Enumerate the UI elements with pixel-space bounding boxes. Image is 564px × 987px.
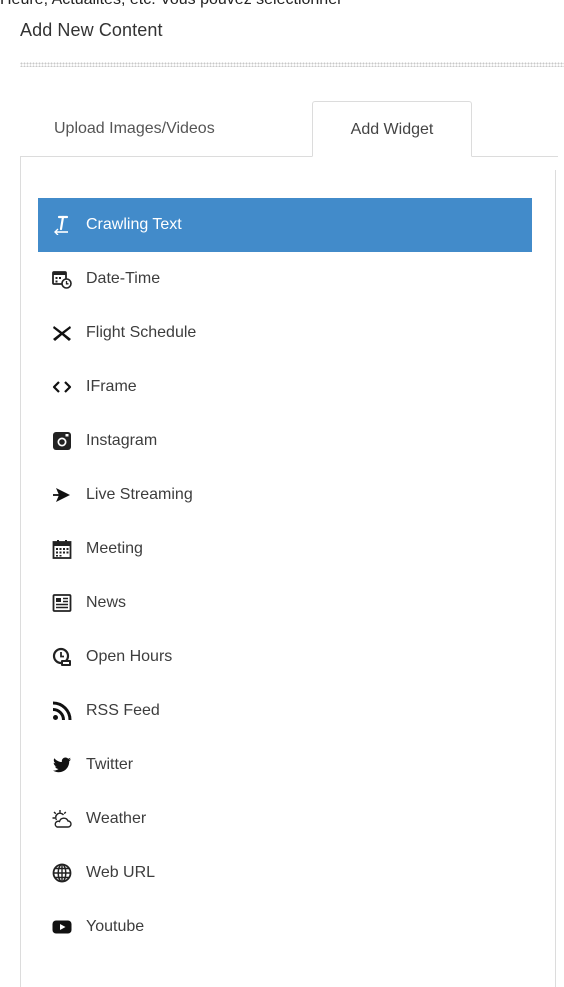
tab-upload-images-videos[interactable]: Upload Images/Videos: [34, 101, 304, 157]
live-stream-icon: [52, 485, 72, 505]
text-cursor-icon: [52, 215, 72, 235]
airplane-icon: [52, 323, 72, 343]
dotted-divider: [20, 62, 564, 67]
content-tabs: Upload Images/Videos Add Widget: [20, 101, 564, 157]
widget-label: Open Hours: [86, 648, 173, 665]
widget-label: Web URL: [86, 864, 156, 881]
widget-item-live-streaming[interactable]: Live Streaming: [38, 468, 532, 522]
clock-icon: [52, 647, 72, 667]
widget-label: Youtube: [86, 918, 145, 935]
widget-label: Instagram: [86, 432, 158, 449]
widget-label: News: [86, 594, 127, 611]
newspaper-icon: [52, 593, 72, 613]
widget-label: IFrame: [86, 378, 137, 395]
widget-item-instagram[interactable]: Instagram: [38, 414, 532, 468]
section-title: Add New Content: [20, 20, 163, 40]
instagram-icon: [52, 431, 72, 451]
widget-item-twitter[interactable]: Twitter: [38, 738, 532, 792]
widget-item-open-hours[interactable]: Open Hours: [38, 630, 532, 684]
calendar-clock-icon: [52, 269, 72, 289]
sun-cloud-icon: [52, 809, 72, 829]
widget-item-meeting[interactable]: Meeting: [38, 522, 532, 576]
youtube-icon: [52, 917, 72, 937]
page: Heure, Actualités, etc. Vous pouvez séle…: [0, 0, 564, 987]
widget-label: Live Streaming: [86, 486, 193, 503]
widget-label: Crawling Text: [86, 216, 182, 233]
code-brackets-icon: [52, 377, 72, 397]
widget-item-rss-feed[interactable]: RSS Feed: [38, 684, 532, 738]
widget-item-flight-schedule[interactable]: Flight Schedule: [38, 306, 532, 360]
widget-label: RSS Feed: [86, 702, 160, 719]
widget-list: Crawling Text Date-Time Flight Schedule …: [38, 198, 532, 954]
panel-divider: [555, 170, 556, 987]
widget-item-date-time[interactable]: Date-Time: [38, 252, 532, 306]
widget-item-weather[interactable]: Weather: [38, 792, 532, 846]
widget-item-news[interactable]: News: [38, 576, 532, 630]
widget-item-web-url[interactable]: Web URL: [38, 846, 532, 900]
widget-label: Meeting: [86, 540, 143, 557]
globe-icon: [52, 863, 72, 883]
widget-label: Flight Schedule: [86, 324, 197, 341]
calendar-icon: [52, 539, 72, 559]
widget-item-iframe[interactable]: IFrame: [38, 360, 532, 414]
rss-icon: [52, 701, 72, 721]
tab-add-widget[interactable]: Add Widget: [312, 101, 472, 157]
widget-label: Weather: [86, 810, 147, 827]
widget-label: Date-Time: [86, 270, 161, 287]
widget-item-youtube[interactable]: Youtube: [38, 900, 532, 954]
twitter-bird-icon: [52, 755, 72, 775]
cut-off-text: Heure, Actualités, etc. Vous pouvez séle…: [0, 0, 342, 9]
widget-item-crawling-text[interactable]: Crawling Text: [38, 198, 532, 252]
widget-label: Twitter: [86, 756, 134, 773]
